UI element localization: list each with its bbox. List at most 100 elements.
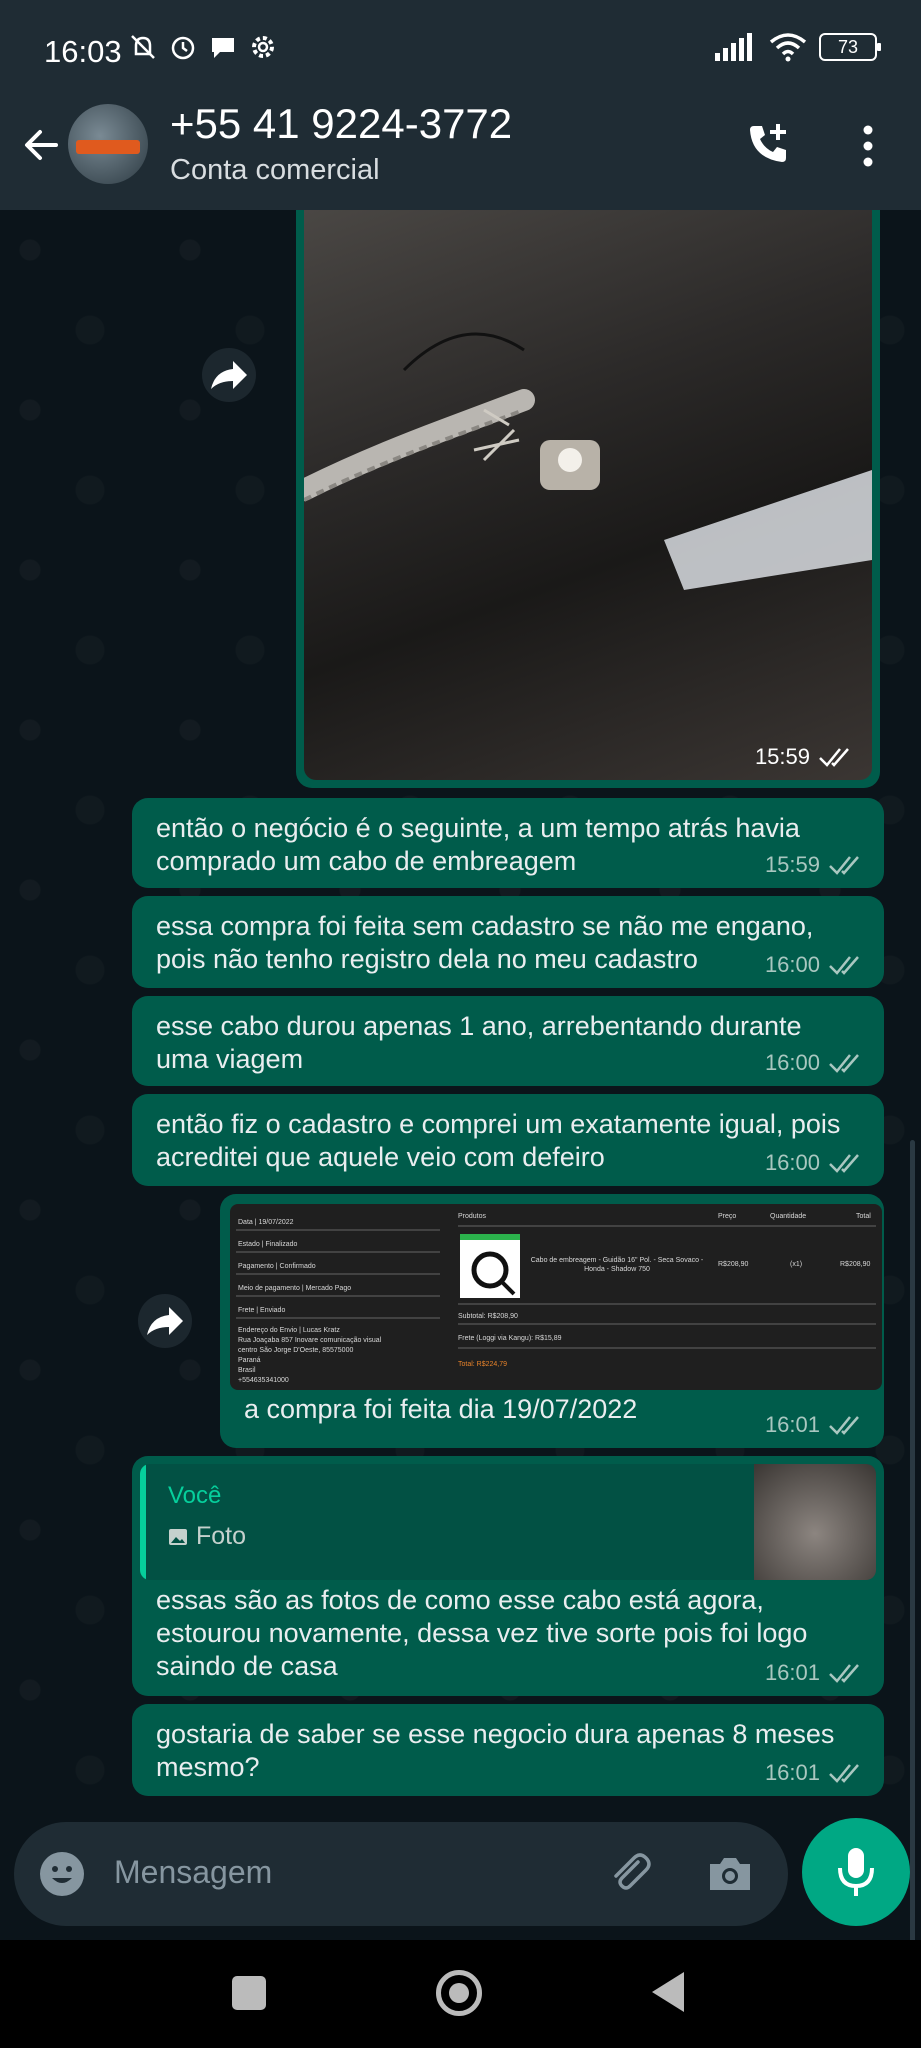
status-time: 16:03 <box>44 34 122 69</box>
status-bar: 16:03 73 <box>0 0 921 100</box>
quote-bar <box>140 1464 146 1580</box>
receipt-subtotal: Subtotal: R$208,90 <box>458 1313 518 1320</box>
read-receipt-icon <box>829 956 859 975</box>
image-message[interactable]: 15:59 <box>296 210 880 788</box>
message-photo[interactable] <box>304 210 872 780</box>
receipt-address-line: Brasil <box>238 1367 256 1374</box>
message-meta: 15:59 <box>755 744 854 770</box>
message-meta: 16:01 <box>765 1412 864 1438</box>
read-receipt-icon <box>829 1416 859 1435</box>
message-time: 16:01 <box>764 1660 820 1685</box>
read-receipt-icon <box>819 748 849 767</box>
quote-type: Foto <box>168 1522 246 1551</box>
wifi-icon <box>769 33 807 62</box>
message-time: 16:00 <box>764 952 820 977</box>
message-text: então fiz o cadastro e comprei um exatam… <box>156 1109 841 1172</box>
message-bubble[interactable]: então o negócio é o seguinte, a um tempo… <box>132 798 884 888</box>
message-text: então o negócio é o seguinte, a um tempo… <box>156 813 800 876</box>
message-input[interactable]: Mensagem <box>114 1854 272 1891</box>
contact-name[interactable]: +55 41 9224-3772 <box>170 100 512 148</box>
back-button[interactable] <box>652 1972 684 2012</box>
image-message[interactable]: Data | 19/07/2022 Estado | Finalizado Pa… <box>220 1194 884 1448</box>
mute-alarm-icon <box>131 35 155 59</box>
scrollbar[interactable] <box>910 1140 915 2020</box>
quote-author: Você <box>168 1482 222 1509</box>
voice-message-button[interactable] <box>802 1818 910 1926</box>
reply-message[interactable]: Você Foto essas são as fotos de como ess… <box>132 1456 884 1696</box>
message-time: 15:59 <box>764 852 820 877</box>
alarm-icon <box>171 36 195 60</box>
attach-icon[interactable] <box>604 1848 656 1900</box>
receipt-header: Produtos <box>458 1213 487 1220</box>
message-time: 16:00 <box>764 1050 820 1075</box>
message-bubble[interactable]: esse cabo durou apenas 1 ano, arrebentan… <box>132 996 884 1086</box>
avatar[interactable] <box>68 104 148 184</box>
battery-level: 73 <box>837 36 859 57</box>
forward-button[interactable] <box>138 1294 192 1348</box>
chat-header: +55 41 9224-3772 Conta comercial <box>0 100 921 210</box>
receipt-address-line: centro São Jorge D'Oeste, 85575000 <box>238 1347 353 1354</box>
forward-button[interactable] <box>202 348 256 402</box>
receipt-grand-total: Total: R$224,79 <box>458 1361 507 1368</box>
message-time: 15:59 <box>754 744 810 769</box>
message-meta: 16:01 <box>765 1660 864 1686</box>
recent-apps-button[interactable] <box>232 1976 266 2010</box>
add-call-icon[interactable] <box>744 120 792 168</box>
forward-icon <box>211 361 247 389</box>
avatar-logo <box>76 140 140 154</box>
message-time: 16:01 <box>764 1412 820 1437</box>
message-composer[interactable]: Mensagem <box>14 1822 788 1926</box>
message-meta: 16:01 <box>765 1760 864 1786</box>
receipt-qty: (x1) <box>790 1261 802 1268</box>
back-arrow-icon[interactable] <box>16 120 66 170</box>
receipt-price: R$208,90 <box>718 1261 748 1268</box>
receipt-header: Quantidade <box>770 1213 806 1220</box>
camera-icon[interactable] <box>704 1848 756 1900</box>
home-button[interactable] <box>436 1970 482 2016</box>
message-bubble[interactable]: então fiz o cadastro e comprei um exatam… <box>132 1094 884 1186</box>
image-icon <box>169 1528 187 1545</box>
message-bubble[interactable]: essa compra foi feita sem cadastro se nã… <box>132 896 884 988</box>
read-receipt-icon <box>829 1664 859 1683</box>
receipt-address-line: +554635341000 <box>238 1377 289 1384</box>
message-meta: 16:00 <box>765 1050 864 1076</box>
read-receipt-icon <box>829 1764 859 1783</box>
message-text: gostaria de saber se esse negocio dura a… <box>156 1719 835 1782</box>
message-bubble[interactable]: gostaria de saber se esse negocio dura a… <box>132 1704 884 1796</box>
signal-icon <box>715 33 752 61</box>
message-text: esse cabo durou apenas 1 ano, arrebentan… <box>156 1011 802 1074</box>
emoji-icon[interactable] <box>36 1848 88 1900</box>
receipt-product: Cabo de embreagem - Guidão 16" Pol. - Se… <box>530 1257 704 1273</box>
message-time: 16:00 <box>764 1150 820 1175</box>
receipt-header: Preço <box>718 1213 736 1220</box>
message-text: essas são as fotos de como esse cabo est… <box>156 1585 808 1681</box>
message-meta: 15:59 <box>765 852 864 878</box>
receipt-frete: Frete (Loggi via Kangu): R$15,89 <box>458 1335 562 1342</box>
message-meta: 16:00 <box>765 1150 864 1176</box>
forward-icon <box>147 1307 183 1335</box>
battery-indicator: 73 <box>819 33 881 61</box>
receipt-address-title: Endereço do Envio | Lucas Kratz <box>238 1327 340 1334</box>
receipt-row: Meio de pagamento | Mercado Pago <box>238 1285 351 1292</box>
receipt-row: Data | 19/07/2022 <box>238 1219 294 1226</box>
contact-subtitle: Conta comercial <box>170 154 380 186</box>
message-time: 16:01 <box>764 1760 820 1785</box>
quote-thumbnail <box>754 1464 876 1580</box>
microphone-icon <box>838 1848 874 1896</box>
system-nav-bar <box>0 1940 921 2048</box>
receipt-total: R$208,90 <box>840 1261 870 1268</box>
receipt-image[interactable]: Data | 19/07/2022 Estado | Finalizado Pa… <box>230 1204 882 1390</box>
read-receipt-icon <box>829 856 859 875</box>
message-text: essa compra foi feita sem cadastro se nã… <box>156 911 814 974</box>
status-icons-right: 73 <box>715 32 881 62</box>
image-caption: a compra foi feita dia 19/07/2022 <box>244 1394 638 1424</box>
receipt-row: Frete | Enviado <box>238 1307 285 1314</box>
quote-type-label: Foto <box>196 1522 247 1550</box>
more-options-icon[interactable] <box>858 122 878 170</box>
read-receipt-icon <box>829 1154 859 1173</box>
quoted-message[interactable]: Você Foto <box>140 1464 876 1580</box>
message-meta: 16:00 <box>765 952 864 978</box>
status-icons-left <box>128 32 278 62</box>
read-receipt-icon <box>829 1054 859 1073</box>
receipt-address-line: Rua Joaçaba 857 Inovare comunicação visu… <box>238 1337 382 1344</box>
